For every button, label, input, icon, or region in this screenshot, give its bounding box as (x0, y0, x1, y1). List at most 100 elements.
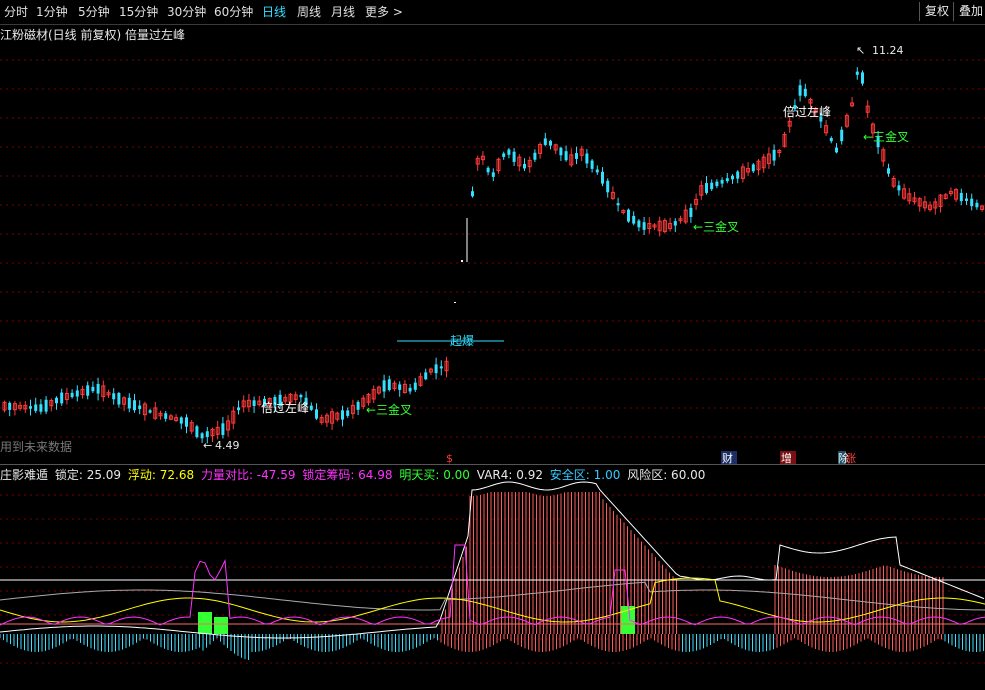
candle-body (637, 220, 641, 228)
candle-body (720, 179, 724, 184)
candle-body (252, 400, 256, 407)
candle-body (424, 372, 428, 380)
candlesticks (2, 67, 985, 444)
candle-body (408, 387, 412, 392)
candle-body (491, 172, 495, 177)
breakout-label: 起爆 (450, 334, 474, 348)
candle-body (965, 198, 968, 201)
candle-body (309, 405, 313, 410)
candle-body (897, 185, 901, 191)
candle-body (382, 380, 386, 392)
share-increase-marker[interactable]: 增 (781, 451, 792, 465)
golden-cross-label-2: ←三金叉 (693, 219, 739, 234)
candle-body (434, 364, 438, 374)
candle-body (221, 423, 225, 435)
candle-body (559, 147, 563, 156)
candle-body (398, 384, 402, 390)
candle-body (195, 426, 199, 438)
candle-body (148, 410, 152, 413)
indicator-chart[interactable] (0, 480, 985, 690)
candle-body (502, 153, 506, 157)
kline-chart[interactable]: 起爆 ↖ 11.24 ← 4.49 倍过左峰 倍过左峰 ←三金叉 ←三金叉 ←三… (0, 24, 985, 466)
buy-signal-bar (198, 612, 212, 634)
candle-body (736, 171, 740, 179)
candle-body (205, 431, 209, 438)
candle-body (413, 382, 417, 390)
candle-body (601, 171, 604, 184)
tab-daily[interactable]: 日线 (262, 4, 286, 20)
candle-body (138, 405, 142, 410)
candle-body (8, 402, 12, 410)
candle-body (346, 410, 350, 416)
candle-body (133, 400, 136, 411)
candle-body (689, 207, 693, 217)
candle-body (710, 182, 714, 190)
candle-body (705, 183, 708, 193)
overlay-button[interactable]: 叠加 (953, 2, 985, 21)
indicator-grid (0, 494, 985, 664)
candle-body (523, 163, 526, 169)
candle-body (96, 383, 100, 394)
tab-timeshare[interactable]: 分时 (4, 4, 28, 20)
golden-cross-label-1: ←三金叉 (366, 402, 412, 417)
candle-body (512, 151, 516, 162)
candle-body (164, 413, 168, 419)
tab-60min[interactable]: 60分钟 (214, 4, 253, 20)
restore-right-button[interactable]: 复权 (919, 2, 954, 21)
candle-body (315, 409, 318, 419)
tab-weekly[interactable]: 周线 (297, 4, 321, 20)
candle-body (185, 417, 188, 427)
candle-body (543, 138, 547, 145)
tab-more[interactable]: 更多 > (365, 4, 403, 20)
candle-body (616, 203, 620, 206)
tab-30min[interactable]: 30分钟 (167, 4, 206, 20)
candle-body (112, 393, 116, 400)
candle-body (341, 410, 344, 420)
var4-line (0, 581, 985, 611)
candle-body (798, 85, 802, 96)
double-peak-label-2: 倍过左峰 (783, 104, 831, 119)
financial-report-marker[interactable]: 财 (722, 451, 733, 465)
low-price-label: 4.49 (215, 439, 240, 452)
tab-monthly[interactable]: 月线 (331, 4, 355, 20)
candle-body (471, 191, 474, 197)
buy-signal-bar (214, 617, 228, 634)
candle-body (55, 397, 58, 404)
candle-body (861, 72, 864, 84)
high-price-marker: ↖ (856, 44, 865, 57)
low-price-marker: ← (203, 439, 212, 452)
tab-1min[interactable]: 1分钟 (36, 4, 68, 20)
candle-body (673, 221, 677, 226)
high-price-label: 11.24 (872, 44, 904, 57)
golden-cross-label-3: ←三金叉 (863, 129, 909, 144)
candle-body (44, 399, 48, 412)
candle-body (60, 392, 64, 404)
candle-body (975, 202, 979, 208)
candle-body (590, 160, 594, 169)
candle-body (439, 366, 443, 369)
candle-body (486, 167, 490, 173)
candle-body (34, 404, 38, 411)
candle-body (179, 417, 183, 424)
candle-body (299, 394, 303, 398)
candle-body (840, 129, 844, 142)
tab-5min[interactable]: 5分钟 (78, 4, 110, 20)
candle-body (356, 401, 360, 410)
candle-body (887, 168, 890, 174)
candle-body (75, 390, 79, 397)
period-toolbar: 分时 1分钟 5分钟 15分钟 30分钟 60分钟 日线 周线 月线 更多 > … (0, 0, 985, 25)
candle-body (86, 385, 90, 396)
candle-body (70, 392, 74, 398)
double-peak-label-1: 倍过左峰 (261, 400, 309, 415)
candle-body (387, 379, 391, 390)
power-line (0, 544, 985, 626)
candle-body (751, 164, 755, 172)
candle-body (200, 433, 204, 439)
tab-15min[interactable]: 15分钟 (119, 4, 158, 20)
candle-body (829, 137, 833, 142)
baseline-bars (0, 634, 984, 660)
candle-body (585, 153, 589, 164)
candle-body (549, 140, 552, 146)
candle-body (117, 392, 121, 405)
future-data-hint: 用到未来数据 (0, 440, 73, 454)
